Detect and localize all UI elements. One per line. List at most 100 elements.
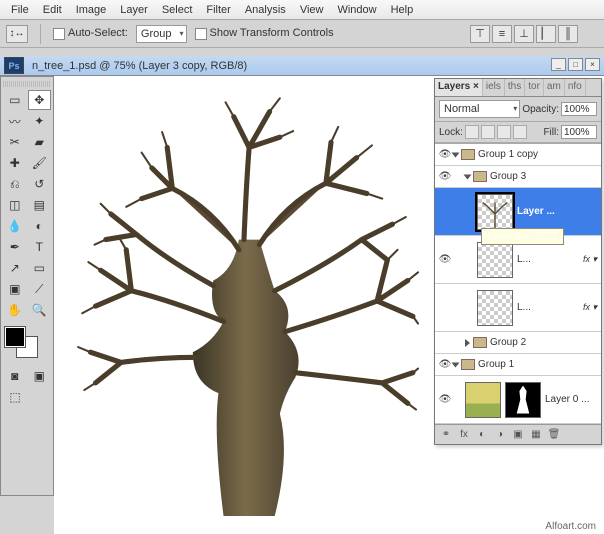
layer-mask-thumbnail[interactable] <box>505 382 541 418</box>
quickmask-icon[interactable]: ◙ <box>3 366 27 386</box>
gradient-tool-icon[interactable]: ▤ <box>28 195 52 215</box>
screenmode-icon[interactable]: ▣ <box>28 366 52 386</box>
layer-thumbnail[interactable] <box>477 242 513 278</box>
fx-badge[interactable]: fx ▾ <box>583 302 599 313</box>
mask-icon[interactable]: ◐ <box>475 428 489 442</box>
brush-tool-icon[interactable]: 🖌 <box>28 153 52 173</box>
window-controls: _ □ × <box>551 58 600 71</box>
tab-channels[interactable]: iels <box>483 79 505 96</box>
stamp-tool-icon[interactable]: ⎌ <box>3 174 27 194</box>
crop-tool-icon[interactable]: ✂ <box>3 132 27 152</box>
tools-drag-handle[interactable] <box>3 81 51 87</box>
folder-icon <box>461 149 475 160</box>
maximize-button[interactable]: □ <box>568 58 583 71</box>
blur-tool-icon[interactable]: 💧 <box>3 216 27 236</box>
wand-tool-icon[interactable]: ✦ <box>28 111 52 131</box>
move-tool-icon[interactable]: ✥ <box>28 90 52 110</box>
path-tool-icon[interactable]: ↗ <box>3 258 27 278</box>
layer-thumbnail[interactable] <box>465 382 501 418</box>
foreground-swatch[interactable] <box>5 327 25 347</box>
tab-paths[interactable]: ths <box>505 79 525 96</box>
layer-row[interactable]: 👁 Layer 0 ... <box>435 376 601 424</box>
layer-row[interactable]: L... fx ▾ <box>435 284 601 332</box>
show-transform-checkbox[interactable]: Show Transform Controls <box>195 27 334 39</box>
lock-position-icon[interactable] <box>497 125 511 139</box>
disclosure-triangle-icon[interactable] <box>452 362 460 367</box>
visibility-icon[interactable]: 👁 <box>437 171 453 182</box>
menu-view[interactable]: View <box>293 4 331 16</box>
align-vcenter-icon[interactable]: ≡ <box>492 25 512 43</box>
disclosure-triangle-icon[interactable] <box>452 152 460 157</box>
notes-tool-icon[interactable]: ▣ <box>3 279 27 299</box>
shape-tool-icon[interactable]: ▭ <box>28 258 52 278</box>
fx-badge[interactable]: fx ▾ <box>583 254 599 265</box>
layer-thumbnail[interactable] <box>477 290 513 326</box>
layer-row-group[interactable]: 👁 Group 3 <box>435 166 601 188</box>
eyedropper-tool-icon[interactable]: ⟋ <box>28 279 52 299</box>
layer-row-group[interactable]: Group 2 <box>435 332 601 354</box>
hand-tool-icon[interactable]: ✋ <box>3 300 27 320</box>
heal-tool-icon[interactable]: ✚ <box>3 153 27 173</box>
slice-tool-icon[interactable]: ▰ <box>28 132 52 152</box>
pen-tool-icon[interactable]: ✒ <box>3 237 27 257</box>
lock-all-icon[interactable] <box>513 125 527 139</box>
layer-thumbnail[interactable] <box>477 194 513 230</box>
move-tool-icon[interactable]: ↕↔ <box>6 25 28 43</box>
disclosure-triangle-icon[interactable] <box>464 174 472 179</box>
menu-bar: File Edit Image Layer Select Filter Anal… <box>0 0 604 20</box>
align-top-icon[interactable]: ⊤ <box>470 25 490 43</box>
close-button[interactable]: × <box>585 58 600 71</box>
layer-row-group[interactable]: 👁 Group 1 copy <box>435 144 601 166</box>
menu-image[interactable]: Image <box>69 4 114 16</box>
auto-select-dropdown[interactable]: Group <box>136 25 187 43</box>
menu-window[interactable]: Window <box>330 4 383 16</box>
fill-input[interactable]: 100% <box>561 125 597 139</box>
lasso-tool-icon[interactable]: 〰 <box>3 111 27 131</box>
marquee-tool-icon[interactable]: ▭ <box>3 90 27 110</box>
lock-transparency-icon[interactable] <box>465 125 479 139</box>
layer-label: L... <box>517 302 531 313</box>
tab-info[interactable]: nfo <box>565 79 586 96</box>
auto-select-checkbox[interactable]: Auto-Select: <box>53 27 128 39</box>
tab-layers[interactable]: Layers × <box>435 79 483 96</box>
visibility-icon[interactable]: 👁 <box>437 394 453 405</box>
tab-histogram[interactable]: am <box>544 79 565 96</box>
disclosure-triangle-icon[interactable] <box>465 339 470 347</box>
minimize-button[interactable]: _ <box>551 58 566 71</box>
history-brush-icon[interactable]: ↺ <box>28 174 52 194</box>
tab-history[interactable]: tor <box>525 79 544 96</box>
layer-list: 👁 Group 1 copy 👁 Group 3 Layer ... Layer… <box>435 143 601 424</box>
menu-help[interactable]: Help <box>384 4 421 16</box>
menu-filter[interactable]: Filter <box>199 4 237 16</box>
folder-icon <box>461 359 475 370</box>
fx-icon[interactable]: fx <box>457 428 471 442</box>
layer-row[interactable]: Layer ... Layer thumbnail <box>435 188 601 236</box>
color-swatches[interactable] <box>3 325 51 359</box>
lock-pixels-icon[interactable] <box>481 125 495 139</box>
align-hcenter-icon[interactable]: ║ <box>558 25 578 43</box>
type-tool-icon[interactable]: T <box>28 237 52 257</box>
layer-row-group[interactable]: 👁 Group 1 <box>435 354 601 376</box>
align-left-icon[interactable]: ▏ <box>536 25 556 43</box>
zoom-tool-icon[interactable]: 🔍 <box>28 300 52 320</box>
new-layer-icon[interactable]: ▦ <box>529 428 543 442</box>
new-group-icon[interactable]: ▣ <box>511 428 525 442</box>
link-layers-icon[interactable]: ⚭ <box>439 428 453 442</box>
tree-image <box>64 86 424 516</box>
adjustment-icon[interactable]: ◑ <box>493 428 507 442</box>
panel-tabs: Layers × iels ths tor am nfo <box>435 79 601 97</box>
align-bottom-icon[interactable]: ⊥ <box>514 25 534 43</box>
lock-label: Lock: <box>439 127 463 138</box>
menu-edit[interactable]: Edit <box>36 4 69 16</box>
menu-layer[interactable]: Layer <box>113 4 155 16</box>
screen-mode-icon[interactable]: ⬚ <box>3 387 27 407</box>
menu-analysis[interactable]: Analysis <box>238 4 293 16</box>
opacity-input[interactable]: 100% <box>561 102 597 116</box>
visibility-icon[interactable]: 👁 <box>437 254 453 265</box>
eraser-tool-icon[interactable]: ◫ <box>3 195 27 215</box>
menu-select[interactable]: Select <box>155 4 200 16</box>
menu-file[interactable]: File <box>4 4 36 16</box>
dodge-tool-icon[interactable]: ◐ <box>28 216 52 236</box>
blend-mode-dropdown[interactable]: Normal <box>439 100 520 118</box>
delete-icon[interactable]: 🗑 <box>547 428 561 442</box>
